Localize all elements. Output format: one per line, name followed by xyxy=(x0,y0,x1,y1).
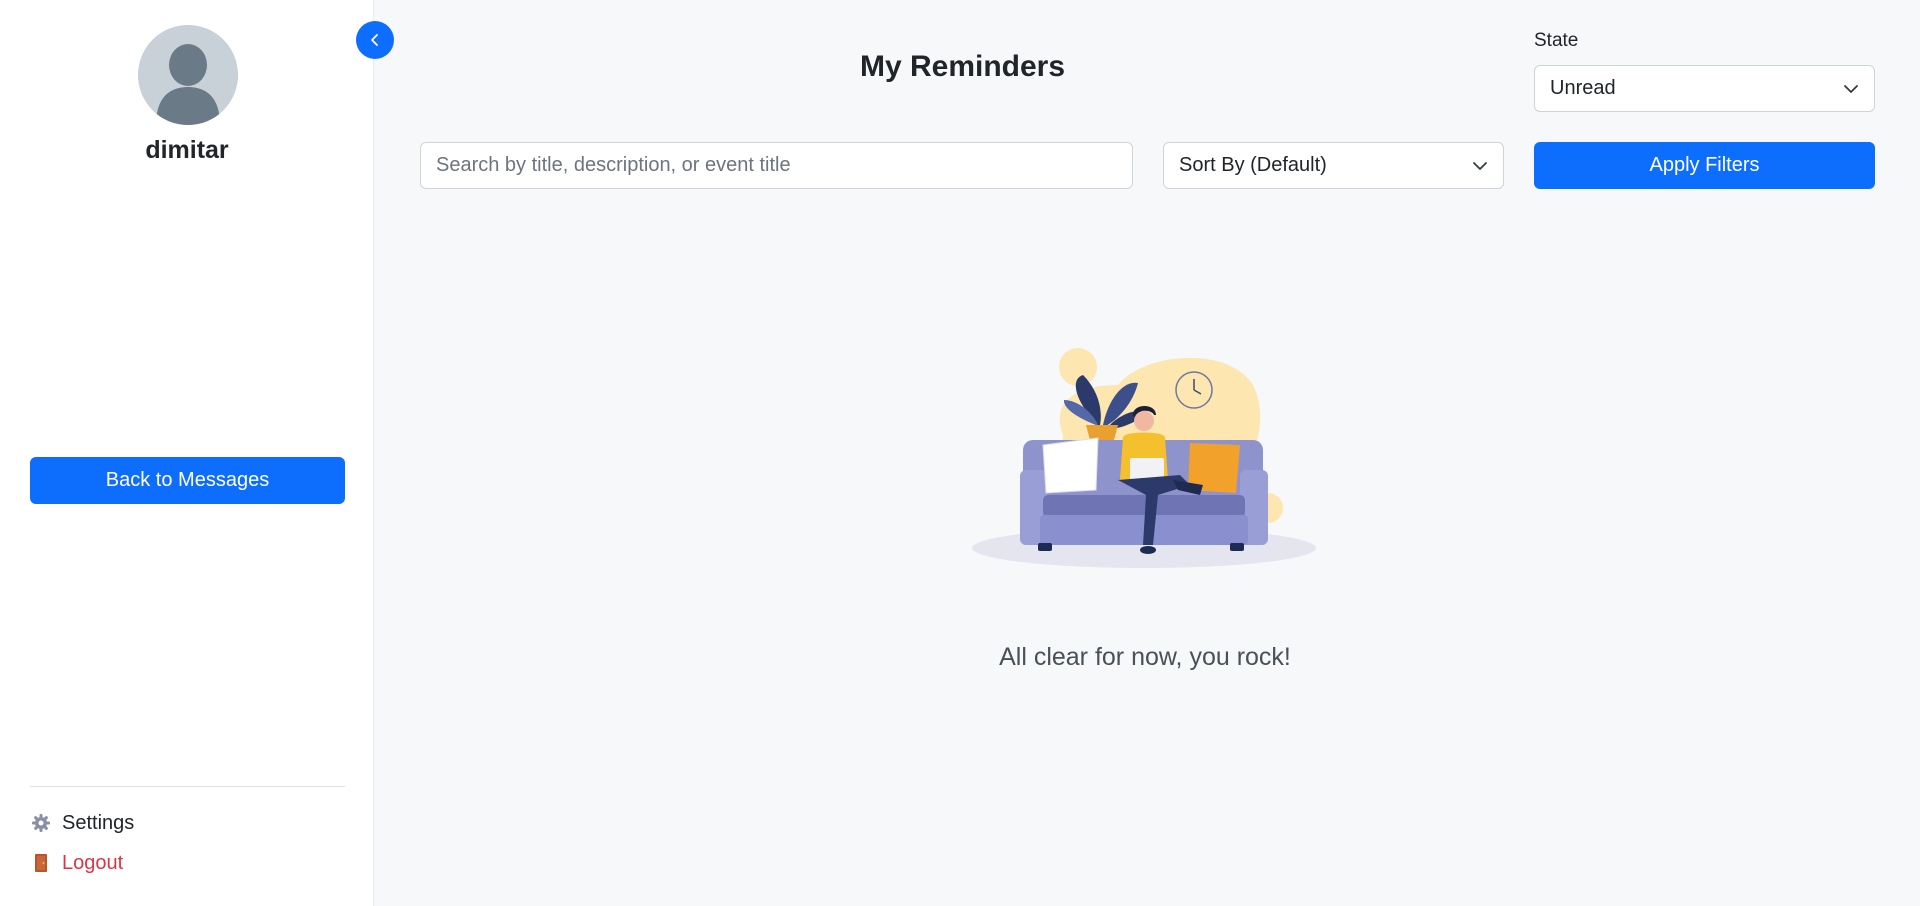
chevron-down-icon xyxy=(1473,161,1487,170)
chevron-left-icon xyxy=(371,34,378,46)
state-filter-label: State xyxy=(1534,30,1579,51)
chevron-down-icon xyxy=(1844,84,1858,93)
sidebar-divider xyxy=(30,786,345,787)
state-select[interactable]: Unread xyxy=(1534,65,1875,112)
logout-link[interactable]: Logout xyxy=(30,848,123,878)
logout-label: Logout xyxy=(62,851,124,874)
user-silhouette-icon xyxy=(138,25,238,125)
sort-select-value: Sort By (Default) xyxy=(1179,154,1327,176)
back-to-messages-button[interactable]: Back to Messages xyxy=(30,457,345,504)
state-select-value: Unread xyxy=(1550,77,1616,99)
door-icon xyxy=(30,852,52,874)
search-input[interactable] xyxy=(420,142,1133,189)
apply-filters-button[interactable]: Apply Filters xyxy=(1534,142,1875,189)
page-title: My Reminders xyxy=(859,50,1066,83)
empty-state-message: All clear for now, you rock! xyxy=(999,643,1291,671)
avatar xyxy=(138,25,238,125)
collapse-sidebar-button[interactable] xyxy=(356,21,394,59)
empty-state-illustration xyxy=(972,348,1316,568)
gear-icon xyxy=(30,812,52,834)
username: dimitar xyxy=(145,136,229,164)
sort-select[interactable]: Sort By (Default) xyxy=(1163,142,1504,189)
settings-label: Settings xyxy=(62,811,135,834)
settings-link[interactable]: Settings xyxy=(30,808,134,838)
sidebar: dimitar Back to Messages Settings Logout xyxy=(0,0,374,906)
